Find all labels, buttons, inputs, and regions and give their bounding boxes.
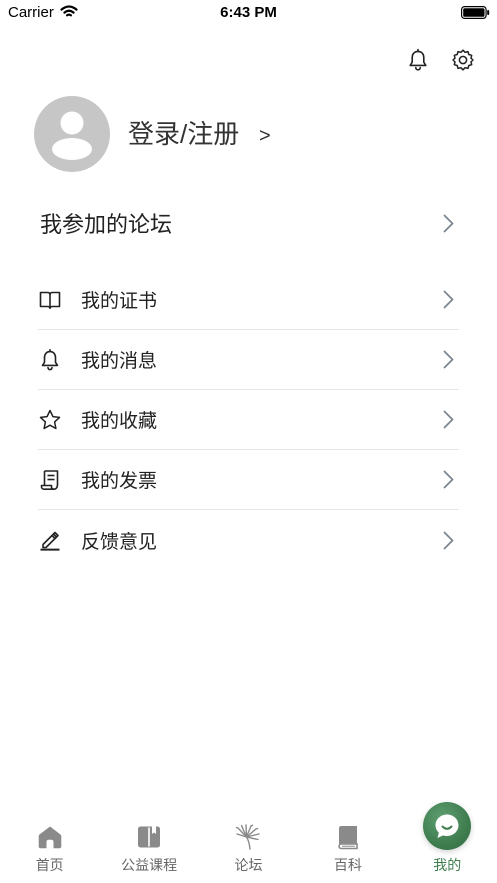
pencil-icon bbox=[40, 531, 60, 551]
tab-home[interactable]: 首页 bbox=[0, 824, 99, 880]
chevron-right-icon bbox=[443, 470, 454, 489]
chevron-right-icon bbox=[443, 214, 454, 232]
tab-label: 论坛 bbox=[234, 857, 263, 873]
chevron-right-icon bbox=[443, 531, 454, 549]
tab-encyclopedia[interactable]: 百科 bbox=[298, 824, 397, 880]
tab-mine[interactable]: 我的 bbox=[398, 802, 497, 880]
home-icon bbox=[38, 826, 61, 849]
clock: 6:43 PM bbox=[220, 4, 277, 21]
menu-list: 我的证书 我的消息 我的收藏 我的发票 反馈意见 bbox=[38, 270, 459, 570]
menu-item-label: 我的证书 bbox=[81, 291, 158, 312]
star-icon bbox=[39, 409, 61, 429]
course-book-icon bbox=[138, 826, 161, 848]
my-forums-row[interactable]: 我参加的论坛 bbox=[40, 203, 459, 243]
dandelion-icon bbox=[236, 824, 261, 850]
menu-item-feedback[interactable]: 反馈意见 bbox=[38, 510, 459, 570]
menu-item-messages[interactable]: 我的消息 bbox=[38, 330, 459, 390]
battery-icon bbox=[461, 6, 490, 19]
gear-icon[interactable] bbox=[451, 48, 475, 72]
menu-item-label: 反馈意见 bbox=[81, 531, 158, 553]
tab-bar: 首页 公益课程 论坛 百科 我的 bbox=[0, 802, 497, 880]
chevron-right-icon bbox=[443, 410, 454, 429]
menu-item-label: 我的收藏 bbox=[81, 411, 158, 432]
tab-label: 百科 bbox=[333, 857, 362, 873]
tab-forum[interactable]: 论坛 bbox=[199, 824, 298, 880]
menu-item-invoices[interactable]: 我的发票 bbox=[38, 450, 459, 510]
login-register-link[interactable]: 登录/注册 bbox=[128, 117, 239, 151]
menu-item-favorites[interactable]: 我的收藏 bbox=[38, 390, 459, 450]
tab-label: 首页 bbox=[35, 857, 64, 873]
person-icon bbox=[52, 111, 92, 160]
tab-label: 我的 bbox=[433, 857, 462, 873]
book-icon bbox=[39, 291, 61, 309]
menu-item-label: 我的发票 bbox=[81, 471, 158, 492]
bell-icon[interactable] bbox=[406, 48, 430, 72]
chevron-right-icon bbox=[443, 350, 454, 369]
bell-icon bbox=[41, 348, 59, 370]
active-tab-circle[interactable] bbox=[423, 802, 472, 850]
tab-label: 公益课程 bbox=[121, 857, 178, 873]
chat-bubble-icon bbox=[435, 814, 459, 838]
receipt-icon bbox=[40, 469, 59, 490]
menu-item-certificates[interactable]: 我的证书 bbox=[38, 270, 459, 330]
chevron-right-icon bbox=[443, 290, 454, 309]
tab-courses[interactable]: 公益课程 bbox=[99, 824, 198, 880]
my-forums-label: 我参加的论坛 bbox=[40, 212, 173, 237]
menu-item-label: 我的消息 bbox=[81, 351, 158, 372]
avatar[interactable] bbox=[34, 96, 110, 172]
login-arrow: > bbox=[259, 125, 271, 147]
encyclopedia-icon bbox=[338, 826, 358, 850]
